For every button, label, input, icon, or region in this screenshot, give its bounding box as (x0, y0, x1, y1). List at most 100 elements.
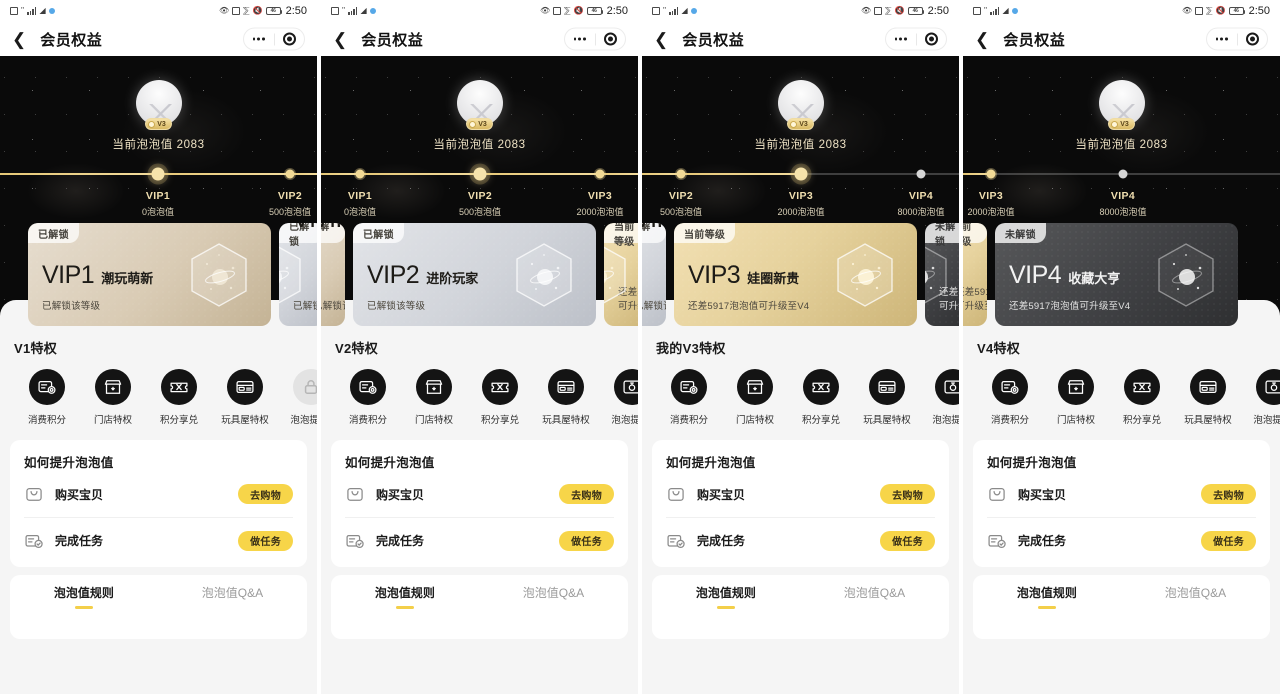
vip-card-level: VIP2 (367, 261, 420, 289)
privilege-item[interactable]: 消费积分 (656, 369, 722, 426)
progress-track (0, 167, 317, 181)
vip-card-carousel[interactable]: 已解锁 VIP1 潮玩萌新 已解锁该等级 已解锁 VIP2 (321, 214, 638, 326)
mini-program-capsule (885, 27, 947, 51)
privilege-item[interactable]: 泡泡提示· (278, 369, 317, 426)
vip-card-vip3[interactable]: 当前等级 VIP3 娃圈新贵 还差5917泡泡值可升级至V4 (604, 223, 638, 326)
status-dot-icon (48, 8, 55, 14)
bottom-tab-1[interactable]: 泡泡值Q&A (1165, 584, 1226, 609)
privilege-item[interactable]: 积分享兑 (467, 369, 533, 426)
vip-card-vip4[interactable]: 未解锁 VIP4 收藏大亨 还差5917泡泡值可升级至V4 (925, 223, 959, 326)
privilege-item[interactable]: 玩具屋特权 (533, 369, 599, 426)
bottom-tab-0[interactable]: 泡泡值规则 (375, 584, 435, 609)
status-bar: '' ◢ 👁 ⅀ 🔇 46 2:50 (642, 0, 959, 22)
nav-bar: ❮ 会员权益 (321, 22, 638, 56)
bottom-tab-label: 泡泡值Q&A (522, 585, 585, 600)
improve-row-button[interactable]: 去购物 (238, 484, 293, 504)
privilege-item[interactable]: 玩具屋特权 (212, 369, 278, 426)
privilege-item[interactable]: 3 泡泡提示· (1241, 369, 1280, 426)
vip-card-carousel[interactable]: 已解锁 VIP2 进阶玩家 已解锁该等级 当前等级 VIP3 (642, 214, 959, 326)
privilege-label: 积分享兑 (801, 415, 840, 426)
bottom-tab-1[interactable]: 泡泡值Q&A (844, 584, 905, 609)
rules-tab-card: 泡泡值规则 泡泡值Q&A (10, 575, 307, 639)
ticket-icon (161, 369, 197, 405)
improve-row-button[interactable]: 做任务 (1201, 530, 1256, 551)
privilege-item[interactable]: 积分享兑 (146, 369, 212, 426)
phone-screen-4: '' ◢ 👁 ⅀ 🔇 46 2:50 ❮ 会员权益 V3 当前泡泡值 2083 (963, 0, 1280, 694)
vip-card-vip3[interactable]: 当前等级 VIP3 娃圈新贵 还差5917泡泡值可升级至V4 (963, 223, 987, 326)
vip-card-vip3[interactable]: 当前等级 VIP3 娃圈新贵 还差5917泡泡值可升级至V4 (674, 223, 917, 326)
bottom-tab-0[interactable]: 泡泡值规则 (1017, 584, 1077, 609)
vip-card-vip2[interactable]: 已解锁 VIP2 进阶玩家 已解锁该等级 (353, 223, 596, 326)
avatar-level-text: V3 (478, 120, 487, 128)
mute-icon: 🔇 (252, 6, 263, 15)
improve-row-button[interactable]: 去购物 (1201, 484, 1256, 504)
bottom-tab-1[interactable]: 泡泡值Q&A (523, 584, 584, 609)
improve-section: 如何提升泡泡值 购买宝贝 去购物 完成任务 做任务 泡泡值规则 泡泡值Q&A (963, 426, 1280, 639)
privilege-label: 门店特权 (93, 415, 132, 426)
chevron-left-icon[interactable]: ❮ (654, 31, 668, 48)
privilege-item[interactable]: 消费积分 (14, 369, 80, 426)
more-dots-icon (252, 37, 265, 41)
more-button[interactable] (565, 37, 595, 41)
privilege-item[interactable]: 玩具屋特权 (854, 369, 920, 426)
close-button[interactable] (917, 32, 947, 46)
improve-row: 购买宝贝 去购物 (666, 471, 935, 517)
vip-card-level: VIP4 (1009, 261, 1062, 289)
vip-card-vip1[interactable]: 已解锁 VIP1 潮玩萌新 已解锁该等级 (321, 223, 345, 326)
privilege-item[interactable]: 积分享兑 (788, 369, 854, 426)
privileges-row: 消费积分 门店特权 积分享兑 玩具屋特权 3 泡泡提示· (321, 369, 638, 426)
privilege-item[interactable]: 玩具屋特权 (1175, 369, 1241, 426)
privilege-item[interactable]: 3 泡泡提示· (920, 369, 959, 426)
vip-card-emblem-icon (642, 242, 644, 308)
vip-card-vip1[interactable]: 已解锁 VIP1 潮玩萌新 已解锁该等级 (28, 223, 271, 326)
privilege-item[interactable]: 门店特权 (722, 369, 788, 426)
signal-small-icon: '' (663, 6, 667, 15)
chevron-left-icon[interactable]: ❮ (12, 31, 26, 48)
chevron-left-icon[interactable]: ❮ (975, 31, 989, 48)
vip-card-vip2[interactable]: 已解锁 VIP2 进阶玩家 已解锁该等级 (279, 223, 317, 326)
vip-card-emblem-icon (1156, 242, 1216, 308)
bottom-tab-0[interactable]: 泡泡值规则 (54, 584, 114, 609)
bottom-tab-1[interactable]: 泡泡值Q&A (202, 584, 263, 609)
wifi-icon: ◢ (39, 6, 46, 15)
improve-row-label: 购买宝贝 (1018, 487, 1067, 502)
vip-card-carousel[interactable]: 已解锁 VIP1 潮玩萌新 已解锁该等级 已解锁 VIP2 (0, 214, 317, 326)
close-button[interactable] (1238, 32, 1268, 46)
vip-card-vip4[interactable]: 未解锁 VIP4 收藏大亨 还差5917泡泡值可升级至V4 (995, 223, 1238, 326)
improve-row-button[interactable]: 做任务 (559, 530, 614, 551)
mini-program-capsule (243, 27, 305, 51)
bottom-tab-0[interactable]: 泡泡值规则 (696, 584, 756, 609)
privilege-item[interactable]: 消费积分 (977, 369, 1043, 426)
privilege-item[interactable]: 门店特权 (1043, 369, 1109, 426)
more-button[interactable] (1207, 37, 1237, 41)
privilege-item[interactable]: 消费积分 (335, 369, 401, 426)
more-button[interactable] (244, 37, 274, 41)
privilege-item[interactable]: 门店特权 (80, 369, 146, 426)
improve-row-button[interactable]: 做任务 (238, 530, 293, 551)
bubble-tip-icon: 3 (1256, 369, 1280, 405)
improve-row-button[interactable]: 去购物 (880, 484, 935, 504)
close-button[interactable] (275, 32, 305, 46)
vip-card-vip2[interactable]: 已解锁 VIP2 进阶玩家 已解锁该等级 (642, 223, 666, 326)
shopping-bag-icon (666, 484, 686, 504)
privilege-label: 门店特权 (1056, 415, 1095, 426)
progress-node (1118, 169, 1128, 179)
improve-row-button[interactable]: 做任务 (880, 530, 935, 551)
close-button[interactable] (596, 32, 626, 46)
clock: 2:50 (1248, 5, 1270, 17)
clock: 2:50 (927, 5, 949, 17)
privilege-item[interactable]: 积分享兑 (1109, 369, 1175, 426)
chevron-left-icon[interactable]: ❮ (333, 31, 347, 48)
privilege-item[interactable]: 3 泡泡提示· (599, 369, 638, 426)
avatar-level-badge: V3 (466, 118, 493, 130)
privilege-item[interactable]: 门店特权 (401, 369, 467, 426)
vip-card-body: VIP4 收藏大亨 还差5917泡泡值可升级至V4 (1009, 261, 1130, 313)
vip-card-carousel[interactable]: 当前等级 VIP3 娃圈新贵 还差5917泡泡值可升级至V4 未解锁 VI (963, 214, 1280, 326)
card-points-icon (29, 369, 65, 405)
more-button[interactable] (886, 37, 916, 41)
eye-icon: 👁 (539, 6, 551, 15)
vip-card-level: VIP1 (42, 261, 95, 289)
avatar-level-text: V3 (157, 120, 166, 128)
bottom-tab-indicator (74, 605, 93, 609)
improve-row-button[interactable]: 去购物 (559, 484, 614, 504)
